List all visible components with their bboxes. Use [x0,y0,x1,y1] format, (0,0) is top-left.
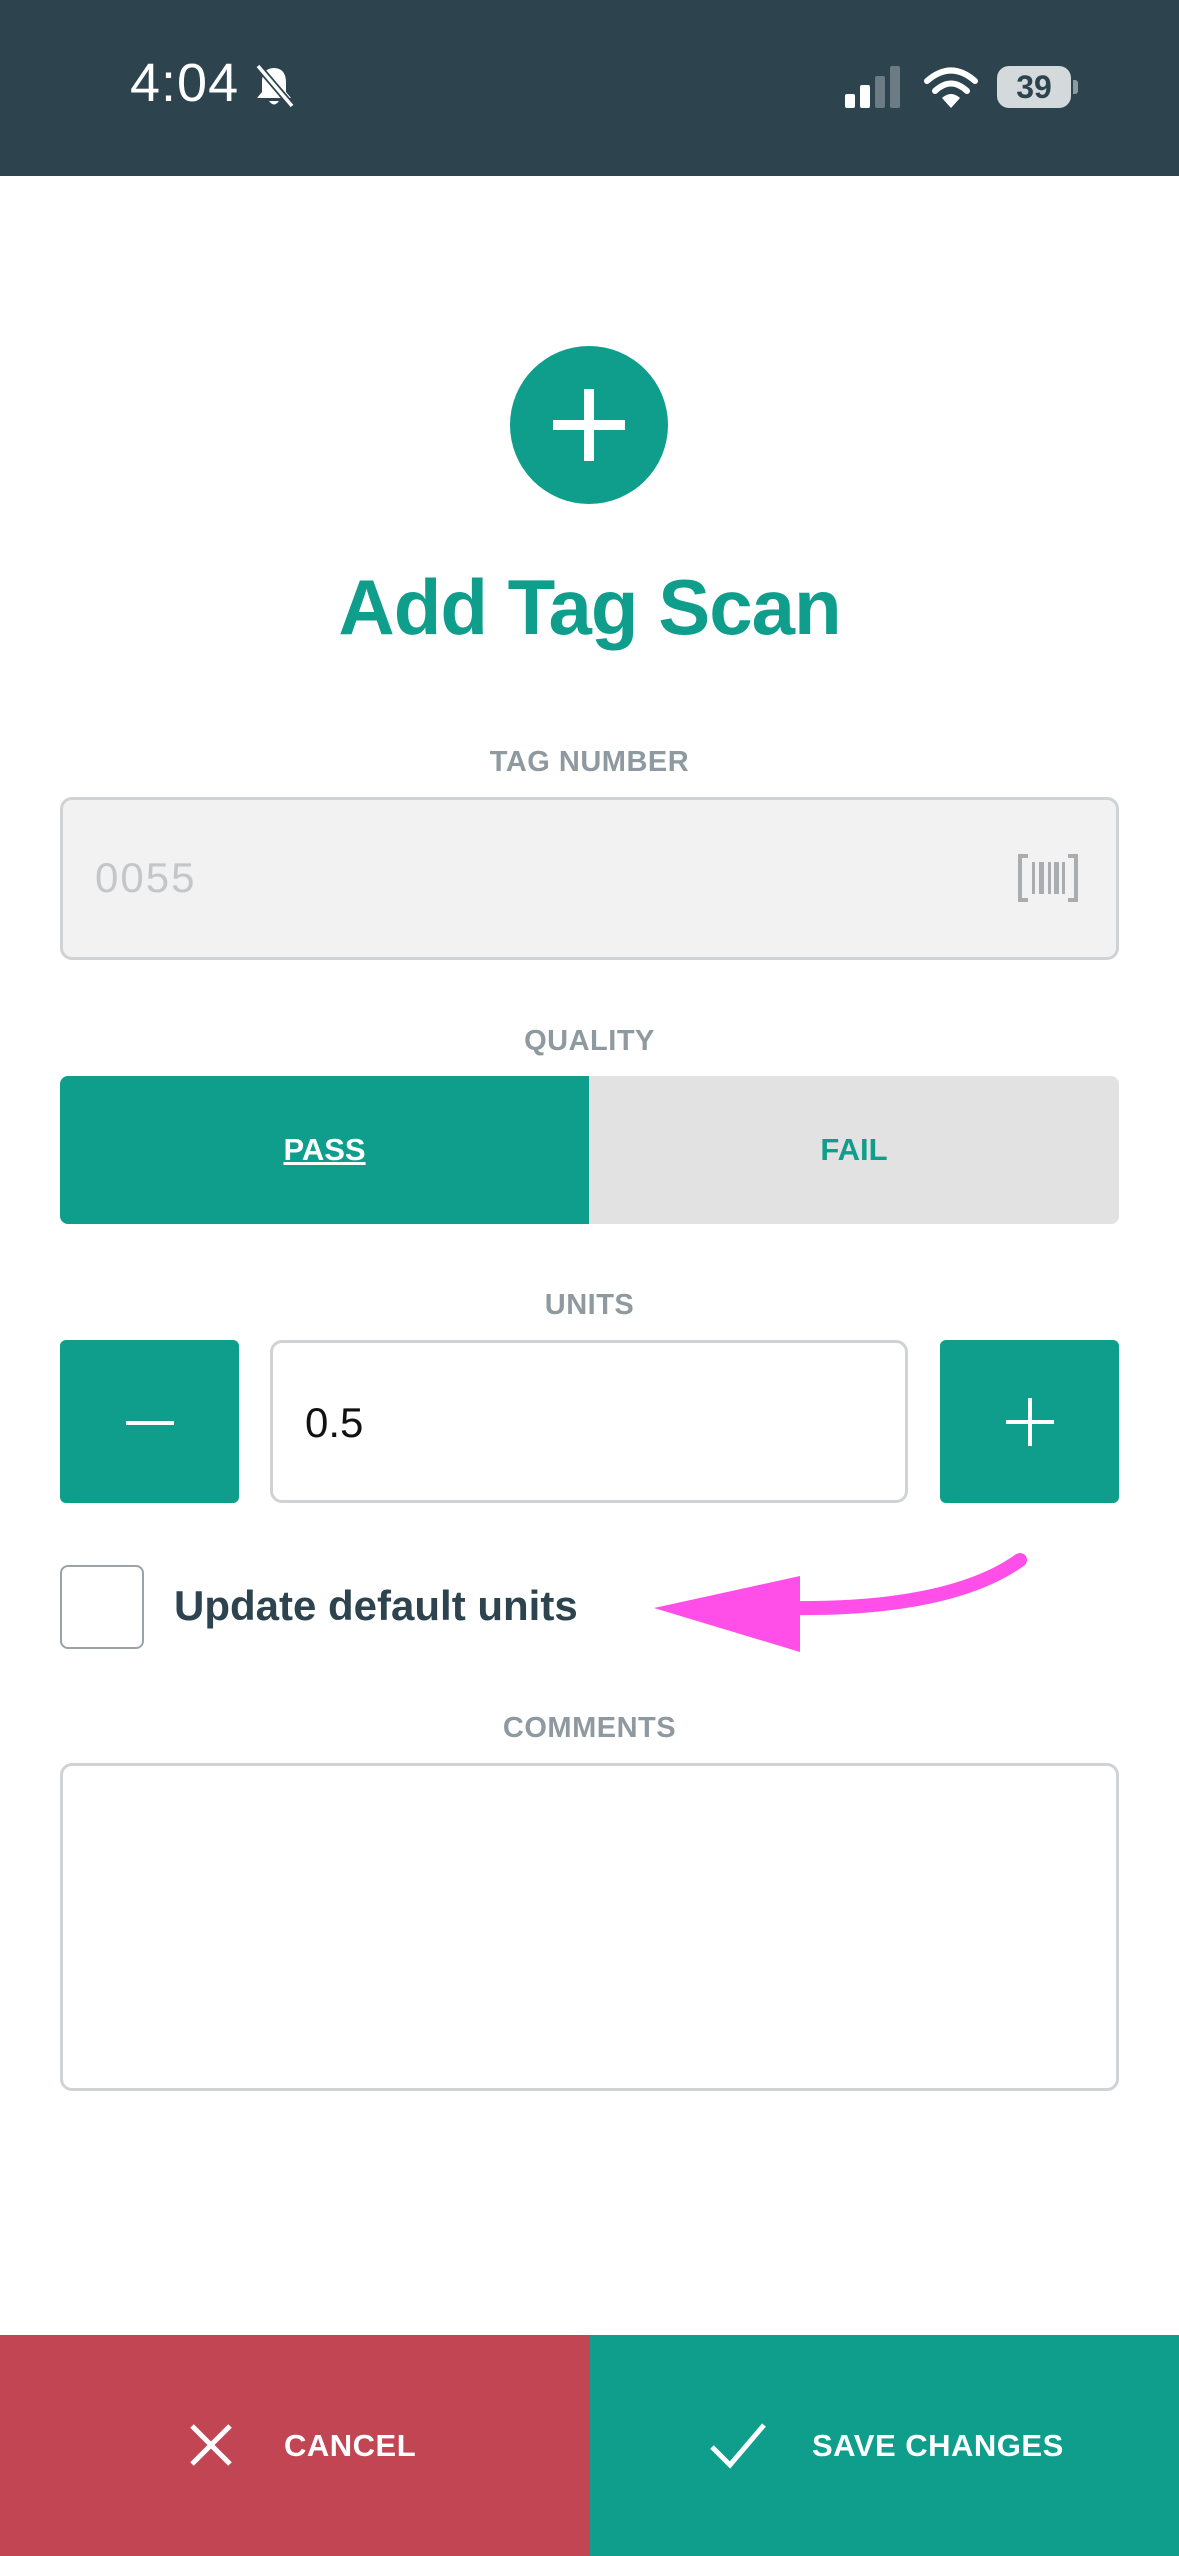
units-value: 0.5 [305,1399,364,1446]
update-default-units-checkbox[interactable] [60,1565,144,1649]
add-icon-circle [510,346,668,504]
page-title: Add Tag Scan [338,563,841,651]
plus-icon [1006,1398,1054,1446]
save-changes-label: SAVE CHANGES [812,2428,1064,2463]
units-label: UNITS [544,1289,635,1321]
fail-button[interactable]: FAIL [589,1076,1119,1224]
pass-button[interactable]: PASS [60,1076,589,1224]
update-default-units-label[interactable]: Update default units [174,1582,578,1630]
annotation-arrow-icon [654,1553,1027,1652]
action-bar: CANCEL SAVE CHANGES [0,2335,1179,2556]
status-bar: 4:04 39 [0,0,1179,176]
status-time: 4:04 [130,53,240,113]
cancel-label: CANCEL [284,2428,417,2463]
tag-number-label: TAG NUMBER [489,746,690,778]
decrement-button[interactable] [60,1340,239,1503]
increment-button[interactable] [940,1340,1119,1503]
bell-slash-icon [255,63,295,109]
quality-label: QUALITY [524,1025,655,1057]
save-changes-button[interactable]: SAVE CHANGES [590,2335,1179,2556]
tag-number-value: 0055 [95,854,197,901]
wifi-icon [924,67,978,108]
comments-label: COMMENTS [502,1712,677,1744]
minus-icon [126,1421,174,1425]
signal-icon [845,66,900,108]
close-icon [190,2424,232,2466]
cancel-button[interactable]: CANCEL [0,2335,590,2556]
units-input[interactable]: 0.5 [270,1340,908,1503]
battery-icon: 39 [997,66,1078,108]
tag-number-input[interactable]: 0055 [60,797,1119,960]
comments-textarea[interactable] [60,1763,1119,2091]
plus-icon [553,389,625,461]
quality-toggle: PASS FAIL [60,1076,1119,1224]
barcode-icon[interactable] [1016,852,1080,904]
checkmark-icon [710,2423,766,2469]
battery-level: 39 [1016,69,1052,105]
